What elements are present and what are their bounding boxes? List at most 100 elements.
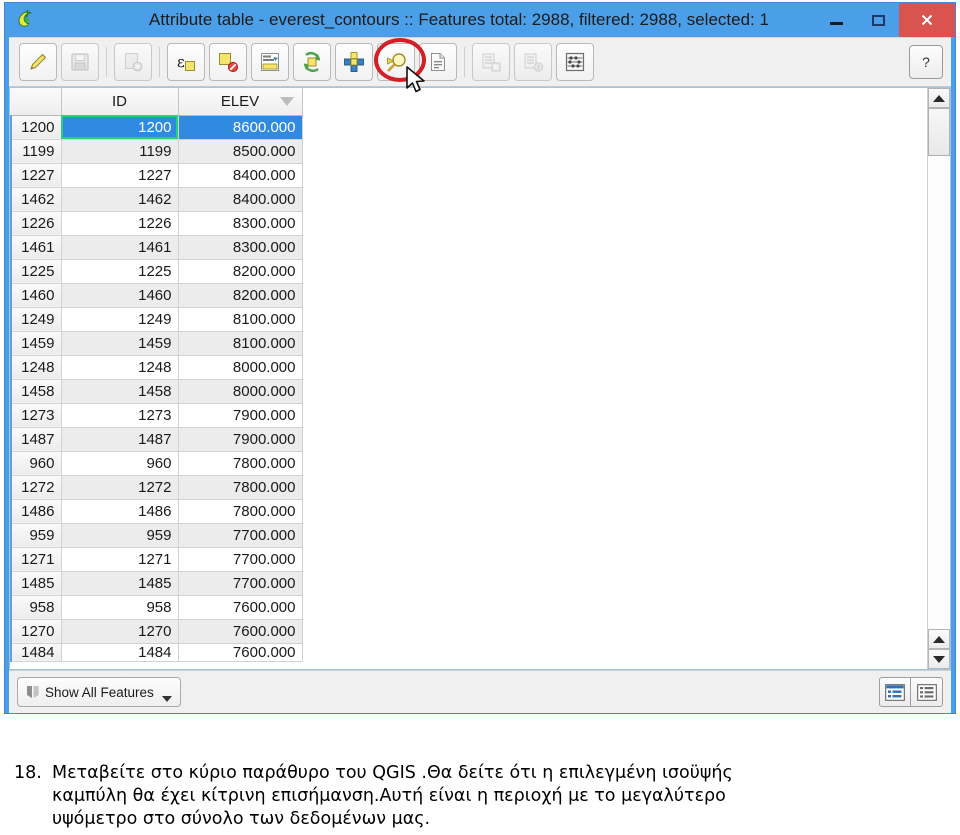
row-header[interactable]: 1227 <box>10 163 62 188</box>
row-header[interactable]: 1487 <box>10 427 62 452</box>
cell-id[interactable]: 1199 <box>61 139 179 164</box>
table-row[interactable]: 1460 1460 8200.000 <box>10 283 303 308</box>
table-row[interactable]: 1227 1227 8400.000 <box>10 163 303 188</box>
deselect-all-button[interactable] <box>209 43 247 81</box>
field-calculator-button[interactable]: ε <box>167 43 205 81</box>
row-header[interactable]: 1273 <box>10 403 62 428</box>
table-row[interactable]: 1200 1200 8600.000 <box>10 115 303 140</box>
cell-elev[interactable]: 8300.000 <box>178 235 303 260</box>
cell-id[interactable]: 1272 <box>61 475 179 500</box>
cell-id[interactable]: 959 <box>61 523 179 548</box>
table-corner-header[interactable] <box>11 88 62 116</box>
cell-id[interactable]: 1460 <box>61 283 179 308</box>
row-header[interactable]: 1248 <box>10 355 62 380</box>
table-row[interactable]: 1270 1270 7600.000 <box>10 619 303 644</box>
table-row[interactable]: 1484 1484 7600.000 <box>10 643 303 662</box>
table-view-button[interactable] <box>911 677 943 707</box>
cell-elev[interactable]: 8400.000 <box>178 163 303 188</box>
form-view-button[interactable] <box>879 677 911 707</box>
cell-id[interactable]: 1484 <box>61 643 179 662</box>
cell-elev[interactable]: 8200.000 <box>178 259 303 284</box>
cell-elev[interactable]: 7700.000 <box>178 571 303 596</box>
save-edits-button[interactable] <box>61 43 99 81</box>
pan-map-to-selection-button[interactable] <box>377 43 415 81</box>
scrollbar-thumb[interactable] <box>928 108 950 156</box>
cell-id[interactable]: 958 <box>61 595 179 620</box>
row-header[interactable]: 1225 <box>10 259 62 284</box>
cell-id[interactable]: 1271 <box>61 547 179 572</box>
scroll-page-up-button[interactable] <box>928 629 950 649</box>
cell-elev[interactable]: 8400.000 <box>178 187 303 212</box>
cell-id[interactable]: 1225 <box>61 259 179 284</box>
new-attribute-button[interactable] <box>419 43 457 81</box>
row-header[interactable]: 1249 <box>10 307 62 332</box>
row-header[interactable]: 1485 <box>10 571 62 596</box>
cell-id[interactable]: 1249 <box>61 307 179 332</box>
row-header[interactable]: 1271 <box>10 547 62 572</box>
column-header-id[interactable]: ID <box>61 88 179 116</box>
select-by-expression-button[interactable] <box>335 43 373 81</box>
cell-elev[interactable]: 7800.000 <box>178 499 303 524</box>
table-row[interactable]: 959 959 7700.000 <box>10 523 303 548</box>
cell-elev[interactable]: 7600.000 <box>178 595 303 620</box>
table-row[interactable]: 1461 1461 8300.000 <box>10 235 303 260</box>
table-row[interactable]: 958 958 7600.000 <box>10 595 303 620</box>
table-row[interactable]: 1249 1249 8100.000 <box>10 307 303 332</box>
cell-id[interactable]: 1226 <box>61 211 179 236</box>
table-row[interactable]: 1248 1248 8000.000 <box>10 355 303 380</box>
row-header[interactable]: 960 <box>10 451 62 476</box>
table-row[interactable]: 1271 1271 7700.000 <box>10 547 303 572</box>
table-row[interactable]: 1226 1226 8300.000 <box>10 211 303 236</box>
conditional-formatting-button[interactable] <box>556 43 594 81</box>
row-header[interactable]: 1486 <box>10 499 62 524</box>
move-selection-to-top-button[interactable] <box>251 43 289 81</box>
row-header[interactable]: 1461 <box>10 235 62 260</box>
cell-id[interactable]: 1486 <box>61 499 179 524</box>
table-row[interactable]: 1225 1225 8200.000 <box>10 259 303 284</box>
table-row[interactable]: 960 960 7800.000 <box>10 451 303 476</box>
cell-elev[interactable]: 8100.000 <box>178 307 303 332</box>
cell-elev[interactable]: 7600.000 <box>178 643 303 662</box>
row-header[interactable]: 1270 <box>10 619 62 644</box>
cell-elev[interactable]: 8000.000 <box>178 379 303 404</box>
row-header[interactable]: 1458 <box>10 379 62 404</box>
show-all-features-button[interactable]: Show All Features <box>17 677 181 707</box>
cell-id[interactable]: 1487 <box>61 427 179 452</box>
cell-id[interactable]: 1270 <box>61 619 179 644</box>
row-header[interactable]: 1459 <box>10 331 62 356</box>
cell-id[interactable]: 960 <box>61 451 179 476</box>
row-header[interactable]: 959 <box>10 523 62 548</box>
scroll-up-button[interactable] <box>928 88 950 108</box>
invert-selection-button[interactable] <box>293 43 331 81</box>
cell-elev[interactable]: 7900.000 <box>178 403 303 428</box>
table-row[interactable]: 1273 1273 7900.000 <box>10 403 303 428</box>
minimize-button[interactable] <box>815 3 857 37</box>
chevron-down-icon[interactable] <box>161 696 172 702</box>
row-header[interactable]: 1484 <box>10 643 62 662</box>
table-row[interactable]: 1462 1462 8400.000 <box>10 187 303 212</box>
cell-elev[interactable]: 7800.000 <box>178 475 303 500</box>
row-header[interactable]: 1462 <box>10 187 62 212</box>
organize-columns-button[interactable] <box>514 43 552 81</box>
cell-id[interactable]: 1458 <box>61 379 179 404</box>
table-row[interactable]: 1458 1458 8000.000 <box>10 379 303 404</box>
cell-id[interactable]: 1461 <box>61 235 179 260</box>
cell-id[interactable]: 1459 <box>61 331 179 356</box>
delete-attribute-button[interactable] <box>472 43 510 81</box>
maximize-button[interactable] <box>857 3 899 37</box>
cell-elev[interactable]: 8100.000 <box>178 331 303 356</box>
vertical-scrollbar[interactable] <box>927 88 950 669</box>
toggle-editing-button[interactable] <box>19 43 57 81</box>
cell-elev[interactable]: 7700.000 <box>178 547 303 572</box>
row-header[interactable]: 1200 <box>10 115 62 140</box>
row-header[interactable]: 1199 <box>10 139 62 164</box>
table-row[interactable]: 1459 1459 8100.000 <box>10 331 303 356</box>
table-row[interactable]: 1199 1199 8500.000 <box>10 139 303 164</box>
cell-elev[interactable]: 7700.000 <box>178 523 303 548</box>
cell-elev[interactable]: 8300.000 <box>178 211 303 236</box>
cell-elev[interactable]: 8500.000 <box>178 139 303 164</box>
table-row[interactable]: 1272 1272 7800.000 <box>10 475 303 500</box>
cell-elev[interactable]: 7800.000 <box>178 451 303 476</box>
cell-elev[interactable]: 8000.000 <box>178 355 303 380</box>
delete-selected-button[interactable] <box>114 43 152 81</box>
